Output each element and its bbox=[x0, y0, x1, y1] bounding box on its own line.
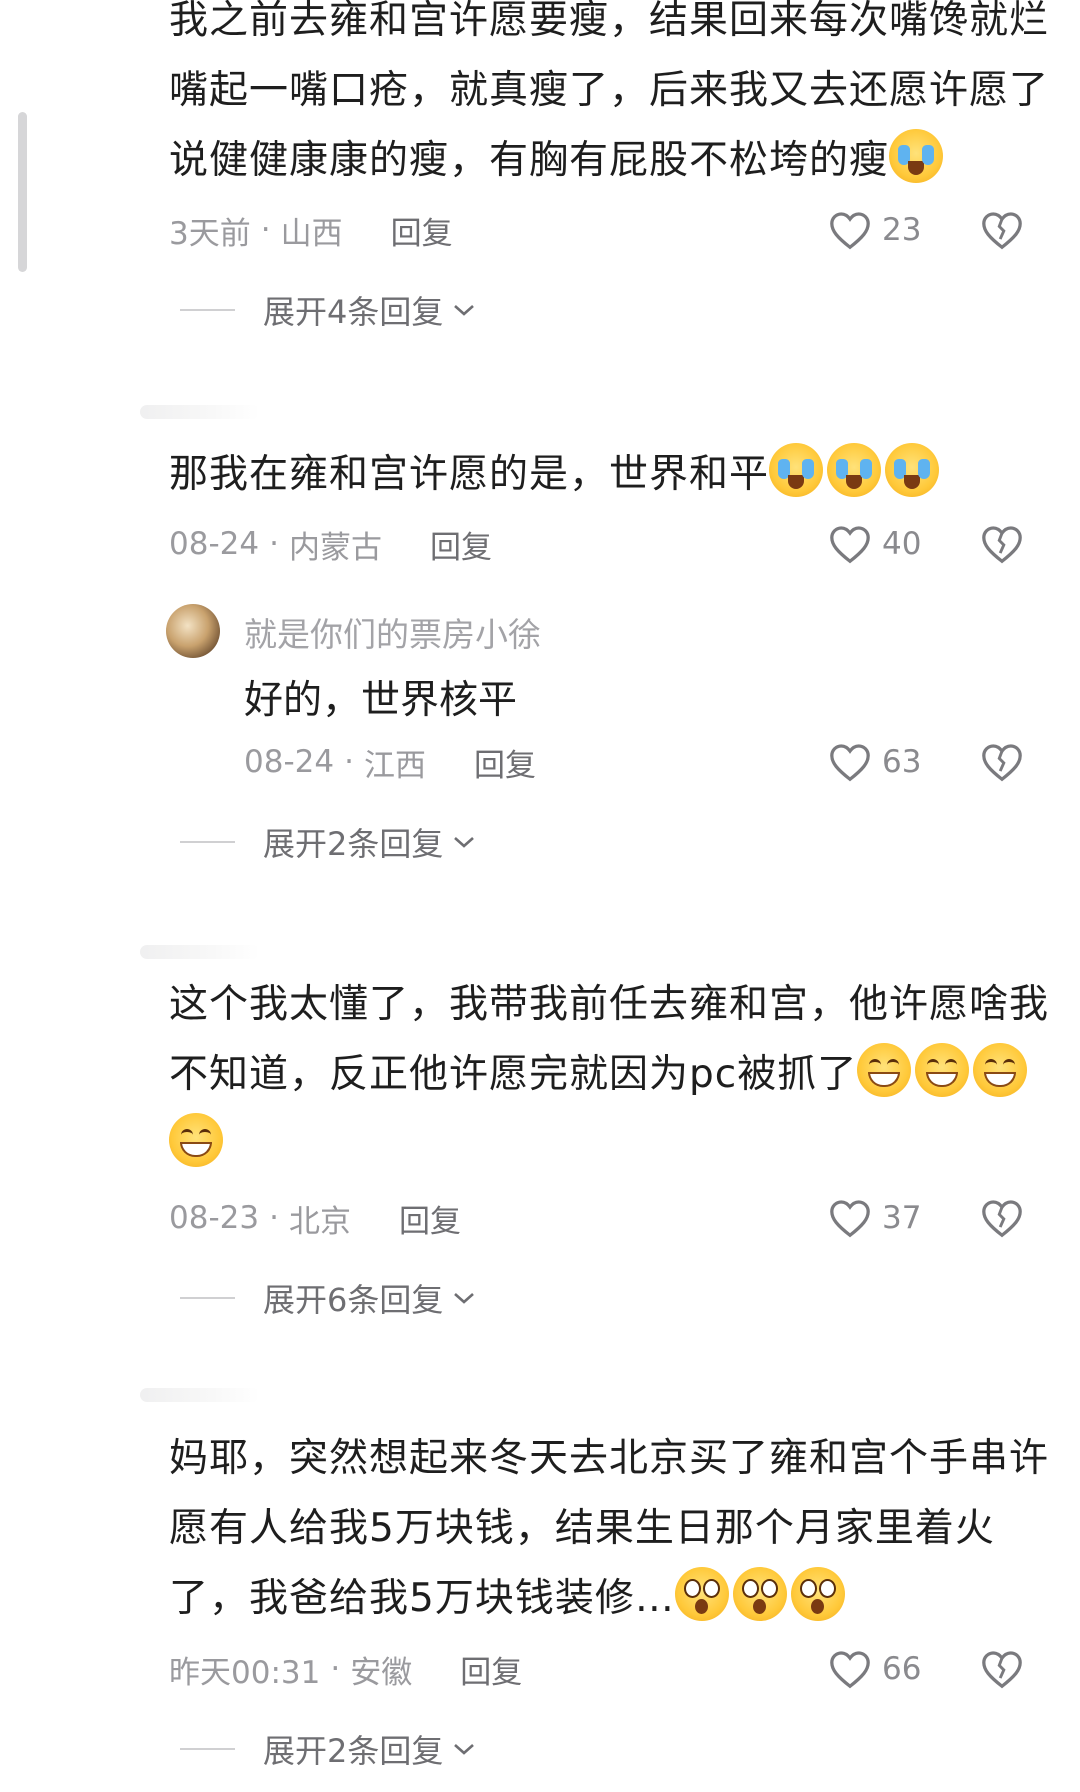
crying-face-emoji-icon bbox=[827, 443, 882, 497]
reply-button[interactable]: 回复 bbox=[399, 1196, 461, 1241]
crying-face-emoji-icon bbox=[769, 443, 824, 497]
like-button[interactable]: 63 bbox=[828, 737, 921, 787]
dislike-button[interactable] bbox=[980, 1193, 1024, 1243]
like-count: 63 bbox=[882, 744, 922, 780]
dislike-button[interactable] bbox=[980, 737, 1024, 787]
separator: · bbox=[269, 1200, 279, 1236]
like-button[interactable]: 37 bbox=[828, 1193, 921, 1243]
location: 北京 bbox=[288, 1203, 351, 1240]
faded-username-placeholder bbox=[140, 1388, 260, 1402]
astonished-face-emoji-icon bbox=[674, 1567, 729, 1621]
expand-label: 展开2条回复 bbox=[263, 825, 444, 863]
like-button[interactable]: 23 bbox=[828, 205, 921, 255]
expand-label: 展开2条回复 bbox=[263, 1732, 444, 1770]
comment-text: 我之前去雍和宫许愿要瘦，结果回来每次嘴馋就烂嘴起一嘴口疮，就真瘦了，后来我又去还… bbox=[169, 0, 1050, 183]
like-count: 23 bbox=[882, 212, 922, 248]
divider bbox=[180, 1297, 235, 1299]
avatar[interactable] bbox=[166, 604, 220, 658]
divider bbox=[180, 1748, 235, 1750]
faded-username-placeholder bbox=[140, 945, 260, 959]
reply-button[interactable]: 回复 bbox=[430, 522, 492, 567]
location: 山西 bbox=[280, 215, 343, 252]
username[interactable]: 就是你们的票房小徐 bbox=[244, 607, 541, 657]
grinning-face-emoji-icon bbox=[973, 1043, 1028, 1097]
comment-meta: 08-24 · 内蒙古 回复 bbox=[169, 519, 492, 569]
astonished-face-emoji-icon bbox=[790, 1567, 845, 1621]
expand-replies-button[interactable]: 展开2条回复 bbox=[180, 1724, 477, 1774]
comment-text: 好的，世界核平 bbox=[244, 678, 518, 723]
dislike-button[interactable] bbox=[980, 205, 1024, 255]
expand-label: 展开6条回复 bbox=[263, 1281, 444, 1319]
broken-heart-icon bbox=[982, 526, 1022, 564]
divider bbox=[180, 841, 235, 843]
broken-heart-icon bbox=[982, 1651, 1022, 1689]
separator: · bbox=[344, 744, 354, 780]
timestamp: 08-24 bbox=[169, 526, 260, 562]
timestamp: 昨天00:31 bbox=[169, 1654, 321, 1691]
chevron-down-icon bbox=[454, 1293, 475, 1304]
timestamp: 08-23 bbox=[169, 1200, 260, 1236]
crying-face-emoji-icon bbox=[885, 443, 940, 497]
expand-replies-button[interactable]: 展开6条回复 bbox=[180, 1273, 477, 1323]
expand-replies-button[interactable]: 展开4条回复 bbox=[180, 285, 477, 335]
like-count: 37 bbox=[882, 1200, 922, 1236]
heart-outline-icon bbox=[830, 212, 870, 250]
grinning-face-emoji-icon bbox=[857, 1043, 912, 1097]
like-count: 66 bbox=[882, 1651, 922, 1687]
chevron-down-icon bbox=[454, 1744, 475, 1755]
comment-meta: 08-24 · 江西 回复 bbox=[244, 737, 536, 787]
heart-outline-icon bbox=[830, 526, 870, 564]
divider bbox=[180, 309, 235, 311]
dislike-button[interactable] bbox=[980, 519, 1024, 569]
heart-outline-icon bbox=[830, 744, 870, 782]
chevron-down-icon bbox=[454, 837, 475, 848]
timestamp: 3天前 bbox=[169, 215, 251, 252]
comment-text: 这个我太懂了，我带我前任去雍和宫，他许愿啥我不知道，反正他许愿完就因为pc被抓了 bbox=[169, 970, 1049, 1180]
location: 内蒙古 bbox=[288, 529, 382, 566]
expand-label: 展开4条回复 bbox=[263, 293, 444, 331]
separator: · bbox=[260, 212, 271, 248]
chevron-down-icon bbox=[454, 305, 475, 316]
comment-meta: 08-23 · 北京 回复 bbox=[169, 1193, 461, 1243]
comment-text: 妈耶，突然想起来冬天去北京买了雍和宫个手串许愿有人给我5万块钱，结果生日那个月家… bbox=[169, 1436, 1050, 1621]
astonished-face-emoji-icon bbox=[732, 1567, 787, 1621]
broken-heart-icon bbox=[982, 1200, 1022, 1238]
like-button[interactable]: 40 bbox=[828, 519, 921, 569]
location: 安徽 bbox=[350, 1654, 413, 1691]
separator: · bbox=[330, 1651, 341, 1687]
broken-heart-icon bbox=[982, 744, 1022, 782]
reply-button[interactable]: 回复 bbox=[474, 740, 536, 785]
location: 江西 bbox=[363, 747, 426, 784]
expand-replies-button[interactable]: 展开2条回复 bbox=[180, 817, 477, 867]
dislike-button[interactable] bbox=[980, 1644, 1024, 1694]
scrollbar[interactable] bbox=[18, 112, 27, 272]
like-count: 40 bbox=[882, 526, 922, 562]
heart-outline-icon bbox=[830, 1651, 870, 1689]
broken-heart-icon bbox=[982, 212, 1022, 250]
reply-button[interactable]: 回复 bbox=[460, 1647, 522, 1692]
grinning-face-emoji-icon bbox=[169, 1113, 223, 1167]
crying-face-emoji-icon bbox=[889, 129, 944, 183]
comment-meta: 昨天00:31 · 安徽 回复 bbox=[169, 1644, 522, 1694]
separator: · bbox=[269, 526, 279, 562]
comment-meta: 3天前 · 山西 回复 bbox=[169, 205, 453, 255]
heart-outline-icon bbox=[830, 1200, 870, 1238]
grinning-face-emoji-icon bbox=[915, 1043, 970, 1097]
timestamp: 08-24 bbox=[244, 744, 335, 780]
like-button[interactable]: 66 bbox=[828, 1644, 921, 1694]
comment-text: 那我在雍和宫许愿的是，世界和平 bbox=[169, 440, 1049, 510]
reply-button[interactable]: 回复 bbox=[391, 208, 453, 253]
faded-username-placeholder bbox=[140, 405, 260, 419]
